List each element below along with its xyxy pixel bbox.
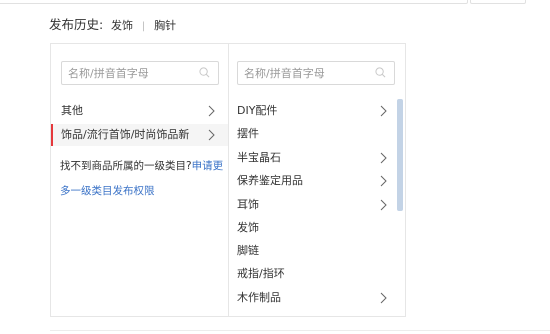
- subcategory-item-hair-accessory[interactable]: 发饰: [229, 217, 389, 239]
- subcategory-scrollbar[interactable]: [397, 99, 403, 211]
- category-item-other[interactable]: 其他: [51, 100, 228, 122]
- subcategory-item-earrings[interactable]: 耳饰: [229, 194, 389, 216]
- subcategory-item-woodwork[interactable]: 木作制品: [229, 287, 389, 309]
- subcategory-item-anklet[interactable]: 脚链: [229, 240, 389, 262]
- category-search-input-level-2[interactable]: [244, 65, 364, 81]
- subcategory-item-label: 木作制品: [237, 291, 281, 304]
- chevron-right-icon: [380, 152, 387, 164]
- search-icon[interactable]: [199, 67, 210, 78]
- category-selector-panel: 其他 饰品/流行首饰/时尚饰品新 找不到商品所属的一级类目?申请更 多一级类目发…: [50, 43, 406, 317]
- subcategory-item-label: 摆件: [237, 127, 259, 140]
- subcategory-item-ornament[interactable]: 摆件: [229, 123, 389, 145]
- apply-category-link[interactable]: 申请更: [192, 160, 224, 172]
- subcategory-item-label: DIY配件: [237, 104, 278, 117]
- subcategory-item-label: 耳饰: [237, 198, 259, 211]
- history-item-hair-accessory[interactable]: 发饰: [111, 19, 133, 32]
- more-category-permission-link[interactable]: 多一级类目发布权限: [60, 183, 155, 198]
- chevron-right-icon: [380, 175, 387, 187]
- category-item-jewelry[interactable]: 饰品/流行首饰/时尚饰品新: [51, 124, 228, 146]
- category-missing-text: 找不到商品所属的一级类目?: [60, 160, 192, 172]
- subcategory-item-diy-parts[interactable]: DIY配件: [229, 100, 389, 122]
- top-action-button[interactable]: [470, 0, 526, 4]
- subcategory-item-ring[interactable]: 戒指/指环: [229, 263, 389, 285]
- category-item-label: 其他: [61, 104, 83, 117]
- history-item-brooch[interactable]: 胸针: [154, 19, 176, 32]
- chevron-right-icon: [380, 292, 387, 304]
- chevron-right-icon: [208, 105, 215, 117]
- category-search-level-2[interactable]: [237, 61, 395, 85]
- subcategory-item-label: 保养鉴定用品: [237, 174, 303, 187]
- bottom-divider: [50, 330, 550, 331]
- history-label: 发布历史:: [49, 17, 104, 32]
- search-icon[interactable]: [375, 67, 386, 78]
- subcategory-item-label: 半宝晶石: [237, 151, 281, 164]
- top-input-field[interactable]: [0, 0, 468, 4]
- chevron-right-icon: [380, 105, 387, 117]
- chevron-right-icon: [380, 199, 387, 211]
- subcategory-item-care-appraisal[interactable]: 保养鉴定用品: [229, 170, 389, 192]
- category-search-input-level-1[interactable]: [68, 65, 188, 81]
- subcategory-item-label: 戒指/指环: [237, 267, 285, 280]
- chevron-right-icon: [208, 129, 215, 141]
- subcategory-item-label: 脚链: [237, 244, 259, 257]
- history-separator: |: [141, 21, 146, 32]
- subcategory-item-label: 发饰: [237, 221, 259, 234]
- subcategory-item-semi-precious-stone[interactable]: 半宝晶石: [229, 147, 389, 169]
- category-missing-hint: 找不到商品所属的一级类目?申请更: [60, 158, 223, 173]
- category-item-label: 饰品/流行首饰/时尚饰品新: [61, 128, 190, 141]
- category-search-level-1[interactable]: [61, 61, 219, 85]
- publish-history: 发布历史: 发饰 | 胸针: [49, 14, 176, 33]
